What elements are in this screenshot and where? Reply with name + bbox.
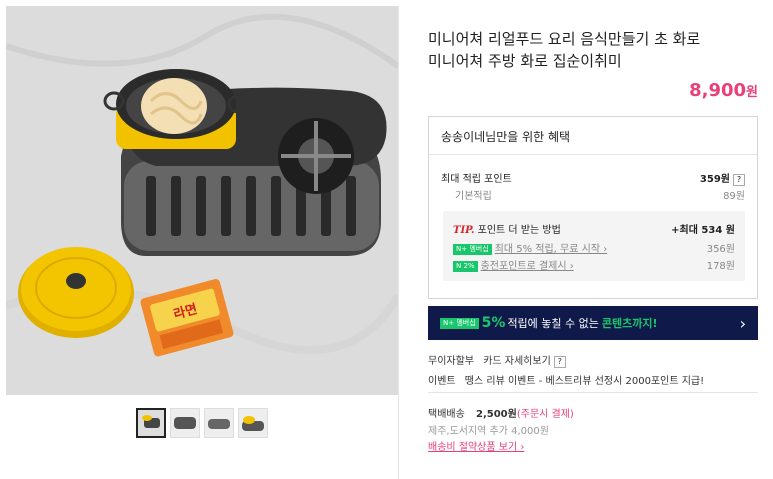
tip-box: TIP. 포인트 더 받는 방법 +최대 534 원 N+ 멤버십 최대 5% 적… — [443, 211, 745, 281]
thumbnail-2[interactable] — [170, 408, 200, 438]
max-points-label: 최대 적립 포인트 — [441, 174, 512, 185]
tip-prefix: TIP. — [453, 225, 475, 236]
benefit-header: 송송이네님만을 위한 혜택 — [429, 117, 757, 155]
product-main-image[interactable]: 라면 — [6, 6, 398, 395]
tip-item-1-value: 356원 — [706, 244, 735, 255]
banner-text1: 적립에 놓칠 수 없는 — [507, 317, 599, 330]
basic-points-row: 기본적립 89원 — [441, 187, 745, 202]
image-gallery: 라면 — [6, 6, 399, 479]
membership-badge: N+ 멤버십 — [453, 243, 492, 255]
product-page: 라면 미니어쳐 리얼푸드 요리 음식만들기 초 화로 미니어쳐 주방 화로 집순… — [0, 0, 773, 479]
shipping-save-link[interactable]: 배송비 절약상품 보기 › — [428, 438, 524, 453]
shipping-note: (주문시 결제) — [516, 409, 574, 420]
charge-badge: N 2% — [453, 260, 478, 272]
price-unit: 원 — [746, 85, 758, 100]
basic-points-label: 기본적립 — [455, 191, 492, 202]
divider — [428, 392, 758, 393]
extra-fee: 제주,도서지역 추가 4,000원 — [428, 426, 549, 437]
event-row: 이벤트 땡스 리뷰 이벤트 - 베스트리뷰 선정시 2000포인트 지급! — [428, 372, 704, 387]
thumbnail-4[interactable] — [238, 408, 268, 438]
tip-item-1-label[interactable]: 최대 5% 적립, 무료 시작 › — [495, 244, 608, 255]
shipping-label: 택배배송 — [428, 409, 465, 420]
tip-label: 포인트 더 받는 방법 — [477, 225, 561, 236]
title-line-2: 미니어쳐 주방 화로 집순이취미 — [428, 52, 622, 70]
shipping-price: 2,500원 — [476, 409, 517, 420]
event-label: 이벤트 — [428, 376, 456, 387]
tip-header-row: TIP. 포인트 더 받는 방법 +최대 534 원 — [453, 221, 735, 236]
shipping-row: 택배배송 2,500원(주문시 결제) — [428, 405, 574, 420]
chevron-right-icon[interactable]: › — [740, 314, 746, 333]
product-title: 미니어쳐 리얼푸드 요리 음식만들기 초 화로 미니어쳐 주방 화로 집순이취미 — [428, 28, 748, 72]
thumbnail-strip — [136, 408, 268, 438]
membership-banner[interactable]: N+ 멤버십 5% 적립에 놓칠 수 없는 콘텐츠까지! › — [428, 306, 758, 340]
banner-badge: N+ 멤버십 — [440, 317, 479, 329]
max-points-row: 최대 적립 포인트 359원? — [441, 170, 745, 186]
product-price: 8,900원 — [689, 80, 758, 101]
help-icon[interactable]: ? — [553, 356, 566, 368]
max-points-value: 359원 — [699, 174, 730, 185]
tip-item-2-label[interactable]: 충전포인트로 결제시 › — [481, 261, 574, 272]
basic-points-value: 89원 — [723, 191, 745, 202]
title-line-1: 미니어쳐 리얼푸드 요리 음식만들기 초 화로 — [428, 30, 701, 48]
banner-text2: 콘텐츠까지! — [601, 317, 658, 330]
thumbnail-3[interactable] — [204, 408, 234, 438]
price-value: 8,900 — [689, 80, 747, 101]
thumbnail-1[interactable] — [136, 408, 166, 438]
banner-pct: 5% — [481, 315, 506, 331]
tip-item-2[interactable]: N 2% 충전포인트로 결제시 › 178원 — [453, 257, 735, 272]
installment-row: 무이자할부 카드 자세히보기? — [428, 352, 566, 368]
event-text: 땡스 리뷰 이벤트 - 베스트리뷰 선정시 2000포인트 지급! — [464, 376, 705, 387]
tip-item-2-value: 178원 — [706, 261, 735, 272]
tip-value: +최대 534 원 — [671, 225, 735, 236]
installment-label: 무이자할부 — [428, 356, 474, 367]
card-detail-link[interactable]: 카드 자세히보기 — [483, 356, 551, 367]
help-icon[interactable]: ? — [733, 174, 745, 186]
tip-item-1[interactable]: N+ 멤버십 최대 5% 적립, 무료 시작 › 356원 — [453, 240, 735, 255]
benefit-box: 송송이네님만을 위한 혜택 최대 적립 포인트 359원? 기본적립 89원 T… — [428, 116, 758, 299]
